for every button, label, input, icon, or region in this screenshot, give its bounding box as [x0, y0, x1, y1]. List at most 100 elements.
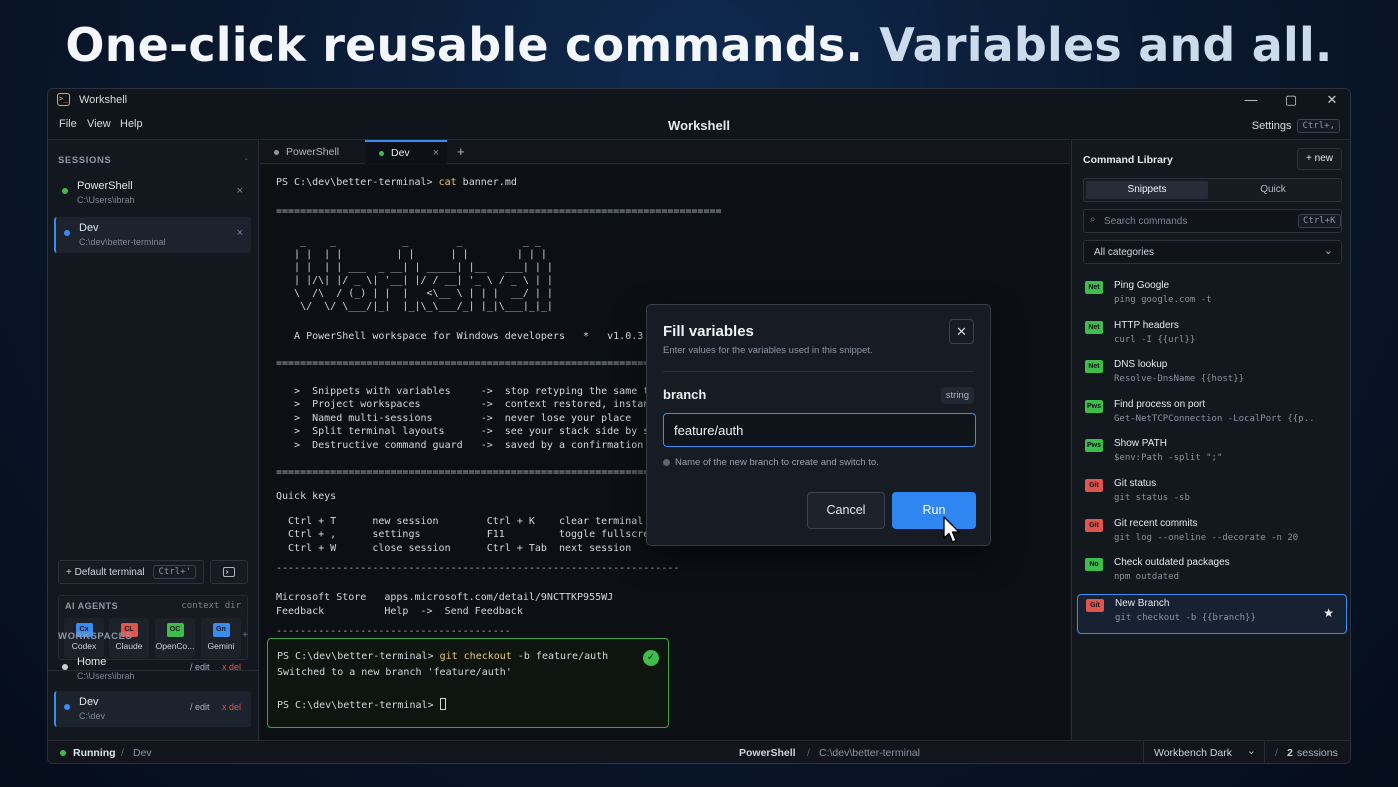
workspaces-header: WORKSPACES: [58, 631, 133, 642]
sessions-collapse-button[interactable]: -: [245, 154, 248, 165]
delete-workspace-button[interactable]: x del: [222, 662, 241, 672]
dialog-divider: [663, 371, 974, 372]
search-shortcut: Ctrl+K: [1298, 214, 1341, 228]
status-separator: /: [1275, 747, 1278, 759]
command: git checkout: [439, 651, 512, 662]
app-title: Workshell: [79, 94, 128, 106]
info-icon: [663, 459, 670, 466]
session-name: PowerShell: [77, 180, 133, 192]
menu-bar: File View Help Workshell Settings Ctrl+,: [48, 113, 1350, 139]
terminal-logo-icon: >_: [57, 93, 70, 106]
gemini-icon: Gn: [212, 623, 230, 637]
snippet-item[interactable]: Net Ping Google ping google.com -t: [1077, 277, 1347, 317]
tab-status-dot: [379, 150, 384, 156]
close-tab-icon[interactable]: ×: [433, 147, 439, 159]
snippet-item[interactable]: No Check outdated packages npm outdated: [1077, 554, 1347, 594]
snippet-item[interactable]: Net HTTP headers curl -I {{url}}: [1077, 317, 1347, 357]
snippet-item[interactable]: Git New Branch git checkout -b {{branch}} ★: [1077, 593, 1347, 634]
headline: One-click reusable commands. Variables a…: [0, 18, 1398, 72]
tab-powershell[interactable]: PowerShell: [260, 140, 364, 164]
workspace-name: Dev: [79, 696, 99, 708]
settings-button[interactable]: Settings Ctrl+,: [1252, 116, 1340, 136]
cancel-button[interactable]: Cancel: [807, 492, 885, 529]
tab-label: PowerShell: [286, 146, 340, 158]
snippet-item[interactable]: Pws Show PATH $env:Path -split ";": [1077, 435, 1347, 475]
status-separator: /: [121, 747, 124, 759]
run-button[interactable]: Run: [892, 492, 976, 529]
close-window-icon[interactable]: ✕: [1320, 91, 1344, 109]
snippet-name: HTTP headers: [1114, 319, 1179, 331]
dialog-title: Fill variables: [663, 323, 754, 340]
prompt: PS C:\dev\better-terminal>: [277, 651, 434, 662]
chevron-down-icon: ⌄: [1246, 745, 1256, 757]
status-bar: Running / Dev PowerShell / C:\dev\better…: [48, 740, 1350, 763]
new-snippet-button[interactable]: + new: [1297, 148, 1342, 170]
ascii-art-line: \/ \/ \___/|_| |_|\_\___/_| |_|\___|_|_|: [276, 301, 553, 312]
workspace-path: C:\Users\ibrah: [77, 671, 135, 681]
ascii-art-line: _ _ _ _ _ _: [276, 236, 541, 247]
terminal-profile-button[interactable]: [210, 560, 248, 584]
theme-select-value: Workbench Dark: [1154, 747, 1233, 759]
category-select-value: All categories: [1094, 247, 1155, 258]
feature-line: > Destructive command guard -> saved by …: [276, 440, 644, 451]
terminal-window-icon: [223, 567, 235, 577]
settings-label: Settings: [1251, 120, 1292, 132]
terminal-rule: ========================================…: [276, 206, 722, 217]
feature-line: > Snippets with variables -> stop retypi…: [276, 386, 680, 397]
tab-dev[interactable]: Dev ×: [365, 140, 447, 164]
edit-workspace-button[interactable]: / edit: [190, 662, 210, 672]
snippet-item[interactable]: Pws Find process on port Get-NetTCPConnect…: [1077, 396, 1347, 436]
category-select[interactable]: All categories ⌄: [1083, 240, 1342, 264]
snippet-item[interactable]: Git Git status git status -sb: [1077, 475, 1347, 515]
snippet-item[interactable]: Git Git recent commits git log --oneline -…: [1077, 515, 1347, 555]
new-tab-button[interactable]: +: [457, 144, 465, 159]
close-session-icon[interactable]: ×: [237, 185, 243, 197]
session-item-powershell[interactable]: PowerShell C:\Users\ibrah ×: [54, 175, 251, 211]
variable-type-badge: string: [940, 387, 974, 404]
snippet-command: Resolve-DnsName {{host}}: [1114, 374, 1245, 385]
title-bar: >_ Workshell — ▢ ✕: [48, 89, 1350, 111]
running-status-dot: [60, 750, 66, 756]
session-item-dev[interactable]: Dev C:\dev\better-terminal ×: [54, 217, 251, 253]
feedback-line: Feedback Help -> Send Feedback: [276, 606, 523, 617]
menu-view[interactable]: View: [87, 118, 111, 130]
menu-help[interactable]: Help: [120, 118, 143, 130]
snippet-item[interactable]: Net DNS lookup Resolve-DnsName {{host}}: [1077, 356, 1347, 396]
feature-line: > Project workspaces -> context restored…: [276, 399, 668, 410]
mouse-pointer-icon: [943, 516, 960, 543]
workspace-item-home[interactable]: Home C:\Users\ibrah / edit x del: [54, 651, 251, 687]
sessions-count: 2: [1287, 747, 1293, 759]
tab-snippets[interactable]: Snippets: [1086, 181, 1208, 199]
library-tabs: Snippets Quick: [1083, 178, 1342, 202]
snippet-command: ping google.com -t: [1114, 295, 1212, 305]
theme-select[interactable]: Workbench Dark ⌄: [1143, 741, 1265, 763]
default-terminal-button[interactable]: + Default terminal Ctrl+': [58, 560, 204, 584]
agent-label: OpenCo...: [155, 641, 195, 651]
fill-variables-dialog: Fill variables Enter values for the vari…: [646, 304, 991, 546]
snippet-command: Get-NetTCPConnection -LocalPort {{p..: [1114, 413, 1315, 424]
close-session-icon[interactable]: ×: [237, 227, 243, 239]
tab-status-dot: [274, 149, 279, 155]
session-status-dot: [64, 230, 70, 236]
category-badge: Git: [1086, 598, 1104, 612]
snippet-name: Show PATH: [1114, 438, 1167, 450]
maximize-icon[interactable]: ▢: [1279, 91, 1303, 109]
context-dir-toggle[interactable]: context dir: [181, 601, 241, 611]
add-workspace-button[interactable]: +: [242, 630, 248, 641]
delete-workspace-button[interactable]: x del: [222, 702, 241, 712]
minimize-icon[interactable]: —: [1239, 91, 1263, 109]
tab-quick[interactable]: Quick: [1212, 181, 1334, 199]
menu-file[interactable]: File: [59, 118, 77, 130]
snippet-name: New Branch: [1115, 597, 1170, 609]
branch-input[interactable]: [663, 413, 976, 447]
command-result-block: PS C:\dev\better-terminal> git checkout …: [267, 638, 669, 728]
category-badge: Pws: [1085, 399, 1103, 413]
edit-workspace-button[interactable]: / edit: [190, 702, 210, 712]
status-text: Running: [73, 747, 116, 759]
star-icon[interactable]: ★: [1323, 606, 1334, 620]
prompt: PS C:\dev\better-terminal>: [277, 700, 434, 711]
workspace-item-dev[interactable]: Dev C:\dev / edit x del: [54, 691, 251, 727]
close-dialog-icon[interactable]: ✕: [949, 319, 974, 344]
command: cat: [438, 177, 457, 188]
command-library-panel: Command Library + new Snippets Quick ⌕ C…: [1071, 139, 1350, 740]
